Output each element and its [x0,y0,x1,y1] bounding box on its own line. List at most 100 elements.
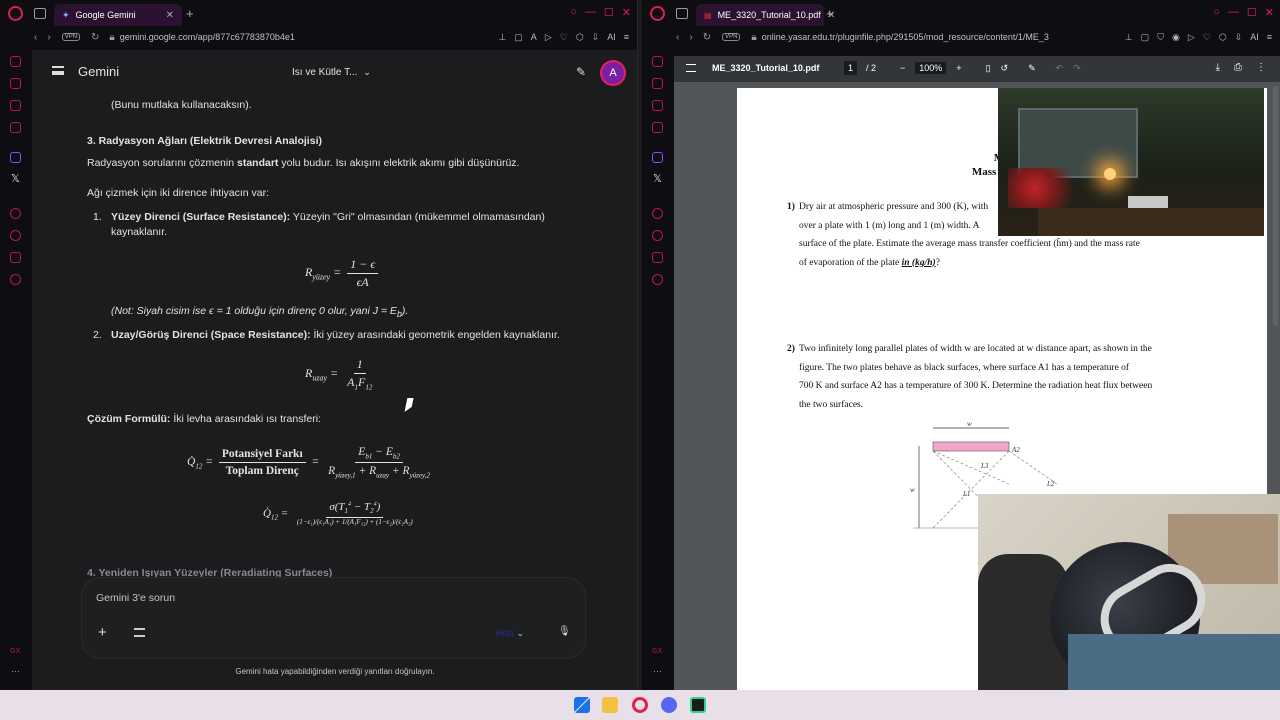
page-number-input[interactable]: 1 [844,61,858,75]
vpn-badge[interactable]: VPN [722,33,741,41]
rotate-icon[interactable]: ↺ [1001,63,1009,74]
zoom-out-icon[interactable]: − [900,63,905,73]
ai-icon[interactable]: AI [607,32,616,43]
zoom-level[interactable]: 100% [915,62,947,74]
file-explorer-icon[interactable] [602,697,618,713]
opera-gx-logo[interactable] [650,6,665,21]
settings-icon[interactable] [652,274,663,285]
minimize-icon[interactable]: — [1228,6,1239,19]
url-field[interactable]: online.yasar.edu.tr/pluginfile.php/29150… [762,32,1049,42]
ai-icon[interactable]: AI [1250,32,1259,43]
model-selector[interactable]: Hızlı ⌄ [496,628,524,639]
close-tab-icon[interactable]: ✕ [166,10,174,21]
extensions-sidebar-icon[interactable] [652,252,663,263]
x-twitter-icon[interactable]: 𝕏 [11,172,20,185]
play-icon[interactable]: ▷ [1188,32,1195,43]
reload-icon[interactable]: ↻ [91,32,99,43]
sidebar: 𝕏 GX ··· [642,46,674,690]
history-icon[interactable] [652,230,663,241]
close-window-icon[interactable]: ✕ [1265,6,1274,19]
screenshot-icon[interactable]: ▢ [1141,32,1150,43]
pdf-scrollbar[interactable] [1273,86,1278,326]
pin-icon[interactable]: ⊥ [1125,32,1133,43]
extensions-icon[interactable]: ⬡ [1219,32,1227,43]
tab-google-gemini[interactable]: ✦ Google Gemini ✕ [54,4,182,26]
x-twitter-icon[interactable]: 𝕏 [653,172,662,185]
prompt-input[interactable]: Gemini 3'e sorun [96,592,175,604]
more-icon[interactable]: ··· [653,666,662,676]
redo-icon[interactable]: ↷ [1073,63,1081,74]
download-icon[interactable]: ⇩ [592,32,600,43]
forward-icon[interactable]: › [47,32,50,43]
zoom-in-icon[interactable]: + [956,63,961,73]
url-field[interactable]: gemini.google.com/app/877c67783870b4e1 [120,32,295,42]
new-tab-icon[interactable]: + [826,6,834,21]
prompt-box[interactable]: Gemini 3'e sorun + Hızlı ⌄ 🎙︎ [82,578,585,658]
print-icon[interactable]: ⎙ [1234,62,1242,73]
add-plus-icon[interactable]: + [98,624,107,641]
windows-start-icon[interactable] [574,697,590,713]
more-icon[interactable]: ⋮ [1256,62,1266,73]
new-tab-icon[interactable]: + [186,6,194,21]
app-icon[interactable] [690,697,706,713]
reload-icon[interactable]: ↻ [703,32,711,43]
menu-icon[interactable]: ≡ [624,32,629,43]
play-icon[interactable]: ▷ [545,32,552,43]
twitch-icon[interactable] [10,152,21,163]
tab-manager-icon[interactable] [676,8,688,19]
sidebar-gx-icon[interactable] [652,56,663,67]
minimize-icon[interactable]: — [585,6,596,19]
heart-icon[interactable]: ♡ [560,32,568,43]
sidebar-messenger-icon[interactable] [10,122,21,133]
tools-sliders-icon[interactable] [134,628,145,637]
download-icon[interactable]: ⤓ [1216,62,1220,73]
player-icon[interactable] [652,208,663,219]
annotate-icon[interactable]: ✎ [1028,63,1036,74]
heart-icon[interactable]: ♡ [1203,32,1211,43]
forward-icon[interactable]: › [689,32,692,43]
gx-corner-icon[interactable]: GX [652,648,662,655]
fit-page-icon[interactable]: ▯ [986,63,991,74]
sidebar-cleaner-icon[interactable] [652,100,663,111]
back-icon[interactable]: ‹ [34,32,37,43]
opera-gx-logo[interactable] [8,6,23,21]
close-window-icon[interactable]: ✕ [622,6,631,19]
chat-title-dropdown[interactable]: Isı ve Kütle T... ⌄ [292,67,371,78]
new-chat-edit-icon[interactable]: ✎ [576,65,586,79]
sidebar-controls-icon[interactable] [10,78,21,89]
gx-corner-icon[interactable]: GX [10,648,20,655]
settings-icon[interactable] [10,274,21,285]
mic-icon[interactable]: 🎙︎ [558,626,571,637]
twitch-icon[interactable] [652,152,663,163]
sidebar-controls-icon[interactable] [652,78,663,89]
sidebar-cleaner-icon[interactable] [10,100,21,111]
sidebar-messenger-icon[interactable] [652,122,663,133]
download-icon[interactable]: ⇩ [1235,32,1243,43]
maximize-icon[interactable]: ☐ [1247,6,1257,19]
extensions-sidebar-icon[interactable] [10,252,21,263]
undo-icon[interactable]: ↶ [1056,63,1064,74]
search-tabs-icon[interactable]: ○ [570,6,577,19]
pin-icon[interactable]: ⊥ [498,32,506,43]
vpn-badge[interactable]: VPN [61,33,81,41]
more-icon[interactable]: ··· [11,666,20,676]
screenshot-icon[interactable]: ▢ [514,32,523,43]
menu-icon[interactable]: ≡ [1267,32,1272,43]
tab-pdf[interactable]: ▤ ME_3320_Tutorial_10.pdf ✕ [696,4,835,26]
hamburger-menu-icon[interactable] [52,66,64,75]
tab-manager-icon[interactable] [34,8,46,19]
maximize-icon[interactable]: ☐ [604,6,614,19]
discord-icon[interactable] [661,697,677,713]
camera-icon[interactable]: ◉ [1172,32,1180,43]
player-icon[interactable] [10,208,21,219]
extensions-icon[interactable]: ⬡ [576,32,584,43]
sidebar-gx-icon[interactable] [10,56,21,67]
shield-icon[interactable]: ⛉ [1157,32,1164,43]
pdf-menu-icon[interactable] [686,64,696,72]
opera-gx-taskbar-icon[interactable] [632,697,648,713]
avatar[interactable]: A [602,62,624,84]
translate-icon[interactable]: A [531,32,537,43]
search-tabs-icon[interactable]: ○ [1213,6,1220,19]
back-icon[interactable]: ‹ [676,32,679,43]
history-icon[interactable] [10,230,21,241]
